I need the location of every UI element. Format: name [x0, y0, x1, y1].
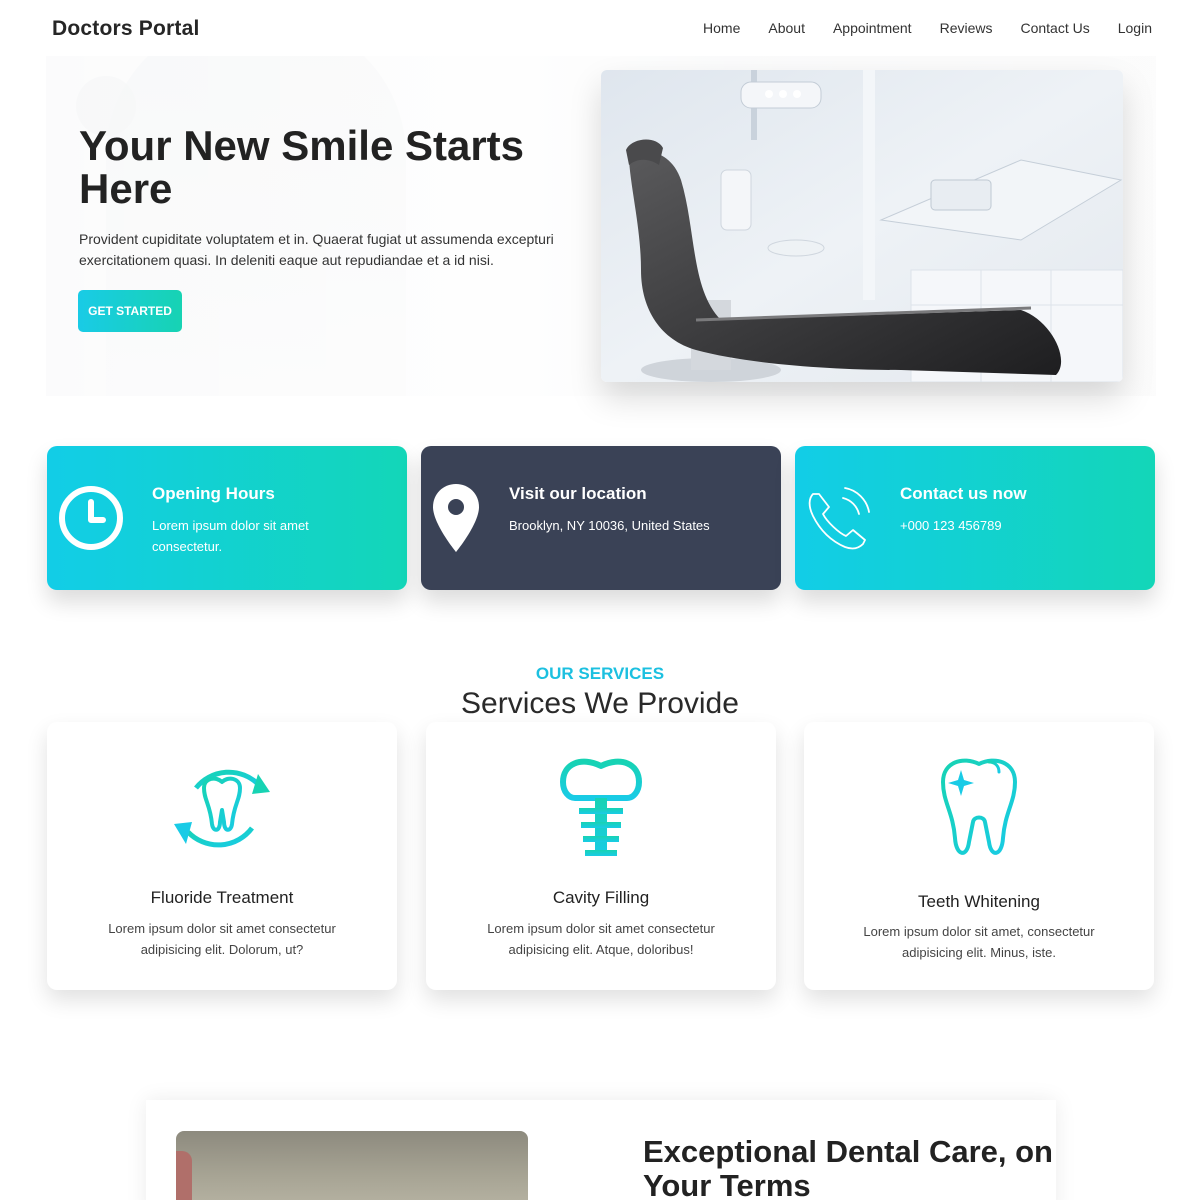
hero-description: Provident cupiditate voluptatem et in. Q… [79, 231, 554, 268]
get-started-button[interactable]: GET STARTED [78, 290, 182, 332]
service-card-fluoride[interactable]: Fluoride Treatment Lorem ipsum dolor sit… [47, 722, 397, 990]
tooth-cycle-icon [172, 752, 272, 862]
dental-care-image [176, 1131, 528, 1200]
opening-hours-card: Opening Hours Lorem ipsum dolor sit amet… [47, 446, 407, 590]
nav-link-about[interactable]: About [768, 20, 805, 36]
location-card: Visit our location Brooklyn, NY 10036, U… [421, 446, 781, 590]
nav-link-login[interactable]: Login [1118, 20, 1152, 36]
tooth-sparkle-icon [929, 752, 1029, 862]
service-description: Lorem ipsum dolor sit amet consectetur a… [108, 921, 336, 957]
nav-link-reviews[interactable]: Reviews [940, 20, 993, 36]
navbar: Doctors Portal Home About Appointment Re… [0, 0, 1200, 58]
dental-chair-image [601, 70, 1123, 382]
services-eyebrow: OUR SERVICES [535, 664, 665, 683]
clock-icon [57, 484, 125, 557]
phone-icon [805, 484, 871, 559]
contact-card: Contact us now +000 123 456789 [795, 446, 1155, 590]
service-title: Cavity Filling [552, 888, 650, 907]
card-text: Brooklyn, NY 10036, United States [509, 518, 710, 533]
card-title: Opening Hours [152, 484, 275, 503]
nav-link-home[interactable]: Home [703, 20, 740, 36]
card-title: Contact us now [900, 484, 1027, 503]
nav-link-contact-us[interactable]: Contact Us [1020, 20, 1089, 36]
tooth-implant-icon [551, 752, 651, 862]
service-title: Fluoride Treatment [150, 888, 294, 907]
hero-title: Your New Smile Starts Here [79, 122, 525, 212]
nav-menu: Home About Appointment Reviews Contact U… [703, 20, 1152, 36]
card-text[interactable]: +000 123 456789 [900, 515, 1100, 536]
service-description: Lorem ipsum dolor sit amet consectetur a… [487, 921, 715, 957]
service-title: Teeth Whitening [918, 892, 1040, 911]
location-pin-icon [431, 482, 481, 559]
service-card-cavity-filling[interactable]: Cavity Filling Lorem ipsum dolor sit ame… [426, 722, 776, 990]
service-description: Lorem ipsum dolor sit amet, consectetur … [863, 924, 1095, 960]
brand-logo[interactable]: Doctors Portal [52, 17, 200, 41]
services-heading: Services We Provide [461, 687, 739, 720]
nav-link-appointment[interactable]: Appointment [833, 20, 912, 36]
image-detail [176, 1151, 192, 1200]
card-text: Lorem ipsum dolor sit amet consectetur. [152, 518, 309, 554]
about-title: Exceptional Dental Care, on Your Terms [643, 1134, 1053, 1200]
card-title: Visit our location [509, 484, 647, 503]
service-card-teeth-whitening[interactable]: Teeth Whitening Lorem ipsum dolor sit am… [804, 722, 1154, 990]
